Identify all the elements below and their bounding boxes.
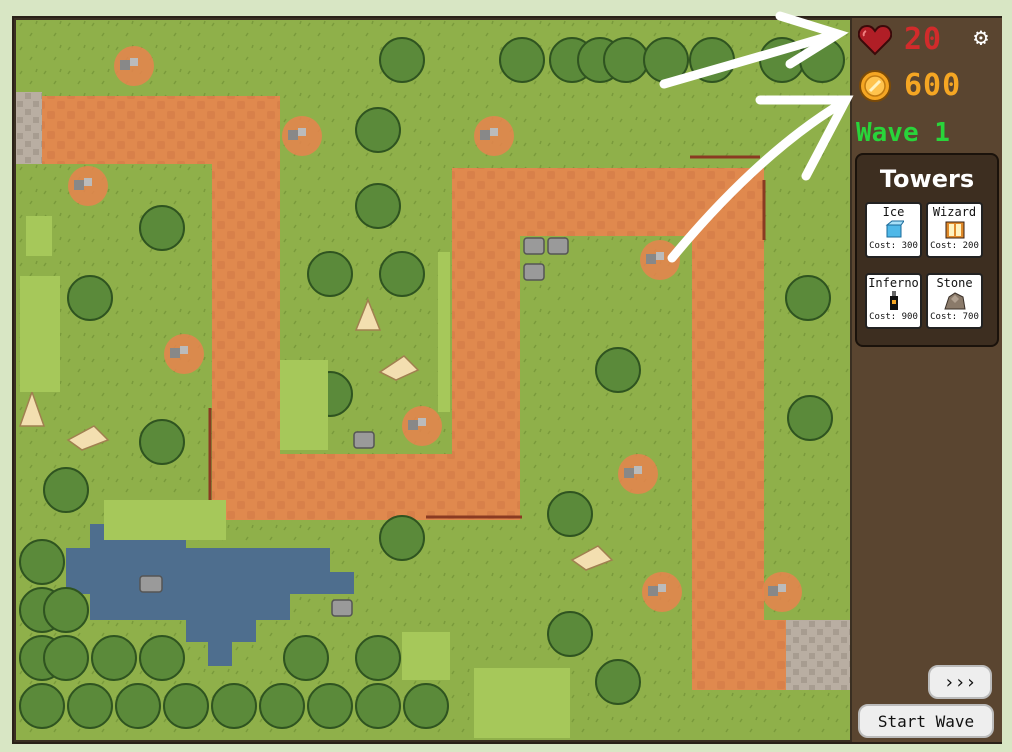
tower-spot <box>282 116 322 156</box>
lives-count: 20 <box>904 22 943 57</box>
tower-card-wizard[interactable]: Wizard Cost: 200 <box>926 202 983 258</box>
goal-stone <box>786 620 850 690</box>
tower-name: Wizard <box>932 205 977 219</box>
wave-label: Wave 1 <box>856 118 950 148</box>
tower-cost: Cost: 300 <box>869 241 918 251</box>
tower-name: Ice <box>882 205 905 219</box>
tower-name: Stone <box>936 276 973 290</box>
tower-spot <box>618 454 658 494</box>
tower-card-inferno[interactable]: Inferno Cost: 900 <box>865 273 922 329</box>
tower-name: Inferno <box>868 276 919 290</box>
side-panel: 20 ⚙ 600 Wave 1 Towers Ice Cost: 300 Wiz… <box>852 18 1002 742</box>
gold-coin-icon <box>859 69 891 102</box>
tower-spot <box>640 240 680 280</box>
tower-spot <box>164 334 204 374</box>
tower-spot <box>114 46 154 86</box>
gold-count: 600 <box>904 68 962 103</box>
towers-panel: Towers Ice Cost: 300 Wizard Cost: 200 In… <box>855 153 999 347</box>
settings-gear-icon[interactable]: ⚙ <box>968 23 994 51</box>
spellbook-icon <box>945 221 964 239</box>
tower-cost: Cost: 900 <box>869 312 918 322</box>
start-wave-button[interactable]: Start Wave <box>858 704 994 738</box>
heart-icon <box>858 24 892 55</box>
tower-cost: Cost: 700 <box>930 312 979 322</box>
tower-cost: Cost: 200 <box>930 241 979 251</box>
spawn-stone <box>16 92 42 164</box>
ice-cube-icon <box>885 220 904 238</box>
tower-spot <box>402 406 442 446</box>
gold-display: 600 <box>858 68 961 103</box>
rock-icon <box>943 292 966 310</box>
fast-forward-button[interactable]: ››› <box>928 665 992 699</box>
lives-display: 20 <box>858 22 942 57</box>
lantern-icon <box>889 291 898 310</box>
towers-title: Towers <box>879 165 975 193</box>
tower-spot <box>642 572 682 612</box>
tower-spot <box>762 572 802 612</box>
tower-spot <box>68 166 108 206</box>
game-map[interactable] <box>16 20 850 740</box>
tower-spot <box>474 116 514 156</box>
tower-card-stone[interactable]: Stone Cost: 700 <box>926 273 983 329</box>
tower-card-ice[interactable]: Ice Cost: 300 <box>865 202 922 258</box>
